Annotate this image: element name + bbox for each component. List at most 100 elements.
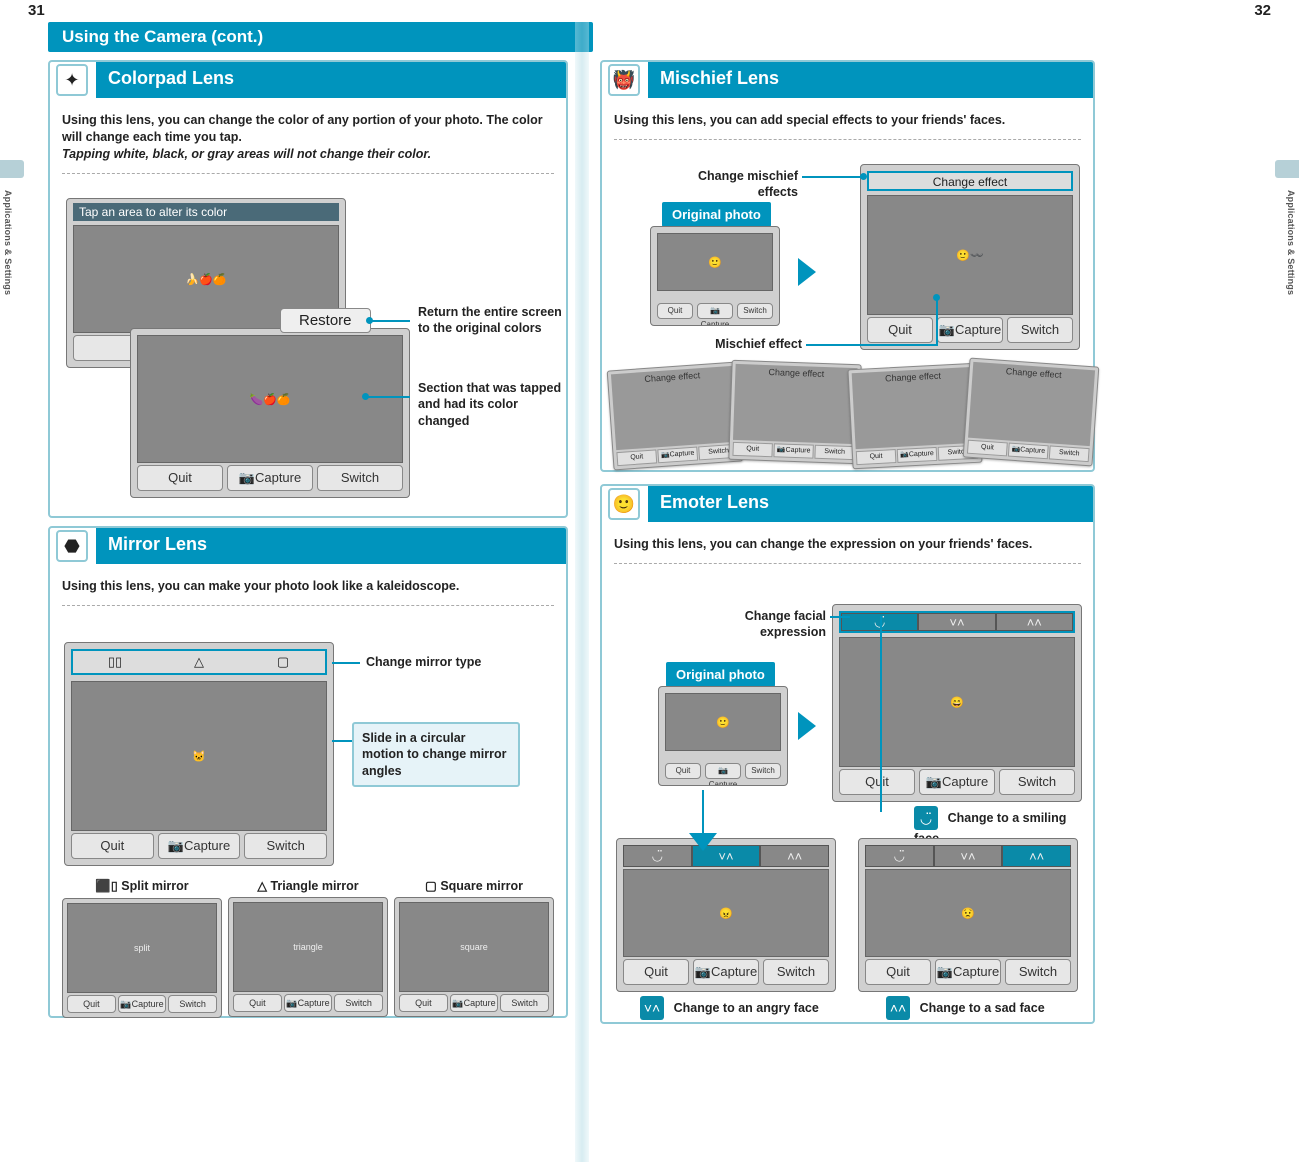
quit-button[interactable]: Quit [657, 303, 693, 319]
kaleidoscope-image: 🐱 [71, 681, 327, 831]
capture-button[interactable]: 📷Capture [937, 317, 1003, 343]
quit-button[interactable]: Quit [865, 959, 931, 985]
capture-button[interactable]: 📷Capture [284, 994, 333, 1012]
face-sad: 😟 [865, 869, 1071, 957]
callout-dot [933, 294, 940, 301]
arrow-down-icon [689, 833, 717, 851]
page-number-left: 31 [28, 2, 45, 19]
switch-button[interactable]: Switch [168, 995, 217, 1013]
arrow-right-icon [798, 258, 816, 286]
quit-button[interactable]: Quit [839, 769, 915, 795]
capture-button[interactable]: 📷Capture [935, 959, 1001, 985]
side-tab-right [1275, 160, 1299, 178]
label-sad: ˄˄ Change to a sad face [886, 996, 1045, 1020]
divider [62, 173, 554, 174]
mischief-thumb-sunglasses: Change effect Quit📷CaptureSwitch [607, 362, 744, 471]
callout-tapped: Section that was tapped and had its colo… [418, 380, 566, 429]
switch-button[interactable]: Switch [500, 994, 549, 1012]
expression-sad[interactable]: ˄˄ [996, 613, 1073, 631]
face-mustache: 🙂〰️ [867, 195, 1073, 315]
intro-text: Using this lens, you can change the expr… [614, 536, 1081, 553]
mischief-screenshot-result: Change effect 🙂〰️ Quit 📷Capture Switch [860, 164, 1080, 350]
change-effect-bar[interactable]: Change effect [867, 171, 1073, 191]
section-title: Mischief Lens [648, 62, 1093, 98]
mischief-thumb-catears: Change effect Quit📷CaptureSwitch [728, 360, 861, 464]
emoter-screenshot-sad: ◡̈˅˄˄˄ 😟 Quit 📷Capture Switch [858, 838, 1078, 992]
capture-button[interactable]: 📷Capture [705, 763, 741, 779]
emoter-icon: 🙂 [608, 488, 640, 520]
section-title: Emoter Lens [648, 486, 1093, 522]
expression-angry[interactable]: ˅˄ [918, 613, 995, 631]
capture-button[interactable]: 📷Capture [158, 833, 241, 859]
switch-button[interactable]: Switch [317, 465, 403, 491]
capture-button[interactable]: 📷Capture [227, 465, 313, 491]
smile-icon: ◡̈ [914, 806, 938, 830]
screenshot-caption: Tap an area to alter its color [73, 203, 339, 221]
quit-button[interactable]: Quit [233, 994, 282, 1012]
face-angry: 😠 [623, 869, 829, 957]
quit-button[interactable]: Quit [71, 833, 154, 859]
quit-button[interactable]: Quit [867, 317, 933, 343]
colorpad-screenshot-lower: 🍆🍎🍊 Quit 📷Capture Switch [130, 328, 410, 498]
quit-button[interactable]: Quit [399, 994, 448, 1012]
restore-button[interactable]: Restore [280, 308, 371, 333]
divider [62, 605, 554, 606]
callout-mirror-type: Change mirror type [366, 654, 481, 670]
switch-button[interactable]: Switch [1007, 317, 1073, 343]
page-gutter [575, 22, 589, 1162]
switch-button[interactable]: Switch [745, 763, 781, 779]
capture-button[interactable]: 📷Capture [450, 994, 499, 1012]
intro-text: Using this lens, you can change the colo… [62, 112, 554, 163]
callout-restore: Return the entire screen to the original… [418, 304, 566, 337]
original-photo-badge: Original photo [662, 202, 771, 227]
switch-button[interactable]: Switch [334, 994, 383, 1012]
mischief-thumb-eyes: Change effect Quit📷CaptureSwitch [963, 358, 1100, 467]
switch-button[interactable]: Switch [763, 959, 829, 985]
emoter-screenshot-smile: ◡̈ ˅˄ ˄˄ 😄 Quit 📷Capture Switch [832, 604, 1082, 802]
mirror-type-bar[interactable]: ▯▯ △ ▢ [71, 649, 327, 675]
switch-button[interactable]: Switch [999, 769, 1075, 795]
callout-facial-expression: Change facial expression [690, 608, 826, 641]
capture-button[interactable]: 📷Capture [693, 959, 759, 985]
section-title: Mirror Lens [96, 528, 566, 564]
section-mischief: 👹 Mischief Lens Using this lens, you can… [600, 60, 1095, 472]
quit-button[interactable]: Quit [623, 959, 689, 985]
colorpad-icon: ✦ [56, 64, 88, 96]
capture-button[interactable]: 📷Capture [919, 769, 995, 795]
mischief-screenshot-original: 🙂 Quit 📷Capture Switch [650, 226, 780, 326]
switch-button[interactable]: Switch [244, 833, 327, 859]
capture-button[interactable]: 📷Capture [118, 995, 167, 1013]
page-title: Using the Camera (cont.) [48, 22, 593, 52]
emoter-screenshot-angry: ◡̈˅˄˄˄ 😠 Quit 📷Capture Switch [616, 838, 836, 992]
callout-mischief-effect: Mischief effect [702, 336, 802, 352]
section-colorpad: ✦ Colorpad Lens Using this lens, you can… [48, 60, 568, 518]
switch-button[interactable]: Switch [1005, 959, 1071, 985]
mirror-icon: ⬣ [56, 530, 88, 562]
section-mirror: ⬣ Mirror Lens Using this lens, you can m… [48, 526, 568, 1018]
callout-line [332, 740, 352, 742]
switch-button[interactable]: Switch [737, 303, 773, 319]
mischief-icon: 👹 [608, 64, 640, 96]
callout-line [332, 662, 360, 664]
label-angry: ˅˄ Change to an angry face [640, 996, 819, 1020]
quit-button[interactable]: Quit [137, 465, 223, 491]
expression-bar[interactable]: ◡̈ ˅˄ ˄˄ [839, 611, 1075, 633]
emoter-screenshot-original: 🙂 Quit 📷Capture Switch [658, 686, 788, 786]
expression-bar[interactable]: ◡̈˅˄˄˄ [623, 845, 829, 867]
side-label-right: Applications & Settings [1286, 190, 1296, 295]
quit-button[interactable]: Quit [665, 763, 701, 779]
angry-icon: ˅˄ [640, 996, 664, 1020]
quit-button[interactable]: Quit [67, 995, 116, 1013]
face-original: 🙂 [657, 233, 773, 291]
mirror-example-triangle: △ Triangle mirror triangle Quit 📷Capture… [228, 878, 388, 1018]
callout-dot [362, 393, 369, 400]
callout-dot [366, 317, 373, 324]
callout-line [806, 344, 936, 346]
capture-button[interactable]: 📷Capture [697, 303, 733, 319]
mirror-screenshot: ▯▯ △ ▢ 🐱 Quit 📷Capture Switch [64, 642, 334, 866]
face-smile: 😄 [839, 637, 1075, 767]
face-original: 🙂 [665, 693, 781, 751]
callout-line [370, 320, 410, 322]
page-number-right: 32 [1254, 2, 1271, 19]
expression-bar[interactable]: ◡̈˅˄˄˄ [865, 845, 1071, 867]
